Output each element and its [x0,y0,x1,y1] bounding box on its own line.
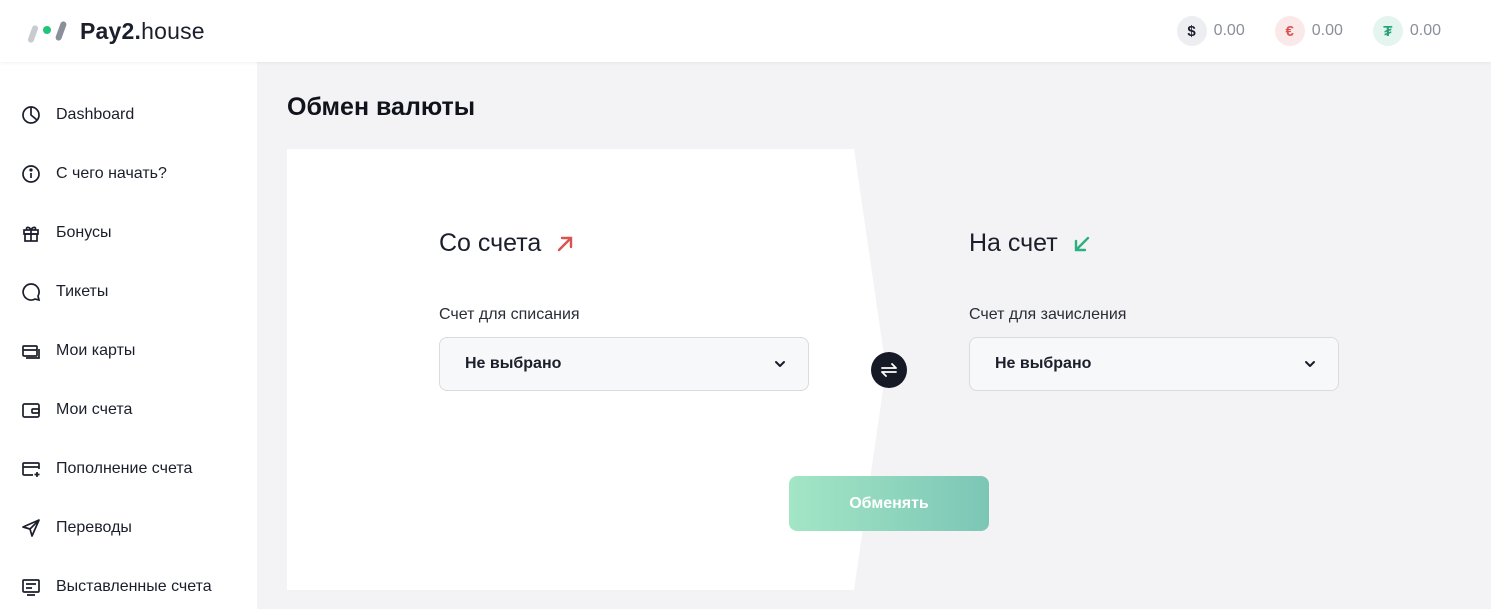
to-title-text: На счет [969,229,1058,257]
sidebar-item-my-accounts[interactable]: Мои счета [20,399,132,421]
dollar-icon: $ [1176,16,1207,46]
from-title-text: Со счета [439,229,542,257]
sidebar-item-label: Бонусы [56,224,112,241]
gift-icon [20,222,42,244]
info-icon [20,163,42,185]
logo-text-regular: house [141,17,205,44]
sidebar-item-my-cards[interactable]: Мои карты [20,340,135,362]
sidebar-item-label: Dashboard [56,106,135,123]
sidebar: Dashboard С чего начать? Бонусы Тикеты М… [0,62,257,609]
card-add-icon [20,458,42,480]
balance-eur-value: 0.00 [1311,22,1343,39]
from-account-select[interactable]: Не выбрано [439,337,809,391]
cards-icon [20,340,42,362]
send-icon [20,517,42,539]
balance-usdt[interactable]: ₮ 0.00 [1372,16,1441,46]
from-field-label: Счет для списания [439,306,580,323]
top-header: Pay2.house $ 0.00 € 0.00 ₮ 0.00 [0,0,1491,62]
sidebar-item-label: Выставленные счета [56,578,212,595]
sidebar-item-getting-started[interactable]: С чего начать? [20,163,167,185]
arrow-down-left-icon [1072,234,1092,254]
tether-icon: ₮ [1372,16,1403,46]
balance-usdt-value: 0.00 [1409,22,1441,39]
chevron-down-icon [772,356,788,372]
sidebar-item-label: Тикеты [56,283,109,300]
balance-usd[interactable]: $ 0.00 [1176,16,1245,46]
sidebar-item-tickets[interactable]: Тикеты [20,281,108,303]
sidebar-item-bonuses[interactable]: Бонусы [20,222,112,244]
exchange-card: Со счета Счет для списания Не выбрано На… [287,149,1491,590]
sidebar-item-dashboard[interactable]: Dashboard [20,104,134,126]
chevron-down-icon [1302,356,1318,372]
invoice-icon [20,576,42,598]
from-account-value: Не выбрано [465,355,562,372]
sidebar-item-label: Мои счета [56,401,133,418]
logo-text: Pay2.house [80,18,205,45]
pie-chart-icon [20,104,42,126]
balance-eur[interactable]: € 0.00 [1274,16,1343,46]
sidebar-item-label: Мои карты [56,342,136,359]
chat-bubble-icon [20,281,42,303]
from-section-title: Со счета [439,229,575,258]
balance-usd-value: 0.00 [1213,22,1245,39]
euro-icon: € [1274,16,1305,46]
to-account-select[interactable]: Не выбрано [969,337,1339,391]
to-section-title: На счет [969,229,1092,258]
arrow-up-right-icon [555,234,575,254]
wallet-icon [20,399,42,421]
balances: $ 0.00 € 0.00 ₮ 0.00 [1147,16,1441,46]
page-title: Обмен валюты [287,93,476,121]
logo[interactable]: Pay2.house [28,17,205,45]
sidebar-item-label: Пополнение счета [56,460,193,477]
swap-arrows-icon [881,363,897,377]
sidebar-item-transfers[interactable]: Переводы [20,517,132,539]
swap-button[interactable] [871,352,907,388]
logo-mark-icon [28,21,67,43]
sidebar-item-top-up[interactable]: Пополнение счета [20,458,192,480]
to-field-label: Счет для зачисления [969,306,1127,323]
sidebar-item-invoices[interactable]: Выставленные счета [20,576,212,598]
logo-text-bold: Pay2. [80,17,142,44]
to-account-value: Не выбрано [995,355,1092,372]
sidebar-item-label: Переводы [56,519,132,536]
exchange-button[interactable]: Обменять [789,476,989,531]
sidebar-item-label: С чего начать? [56,165,167,182]
